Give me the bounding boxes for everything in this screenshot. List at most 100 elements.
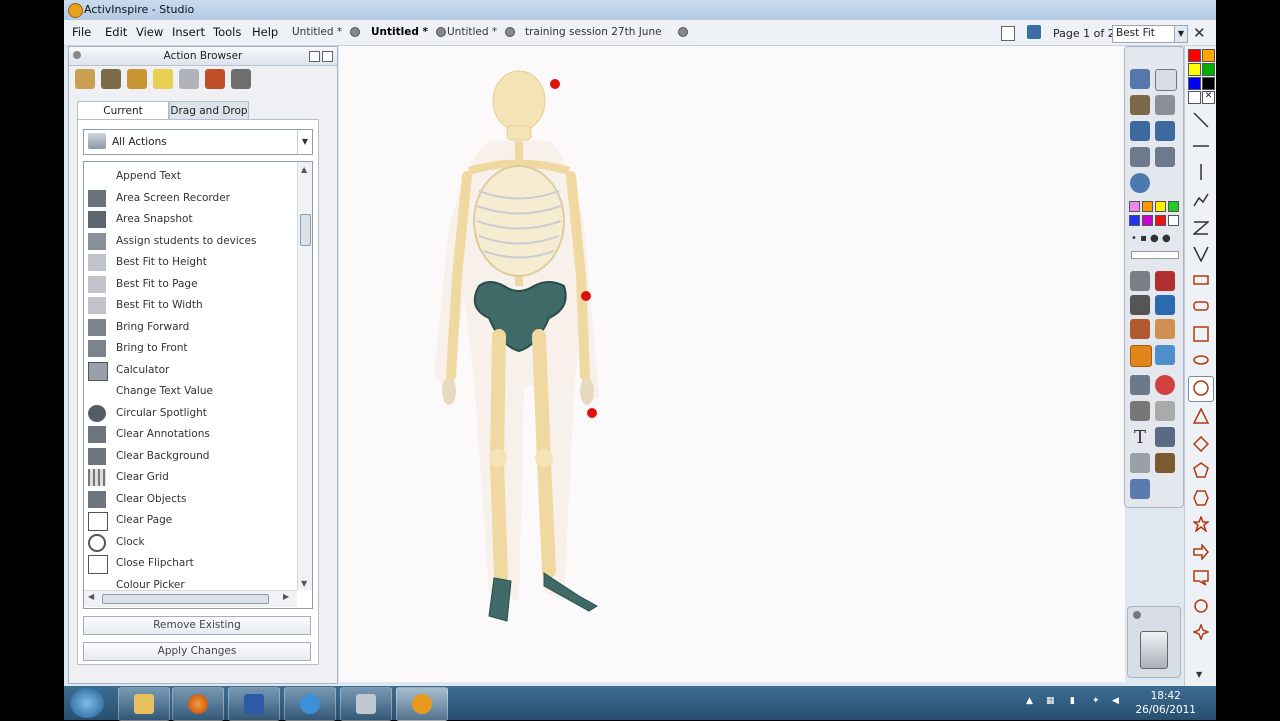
tab-training-session[interactable]: training session 27th June bbox=[525, 26, 688, 46]
color-swatch-blue[interactable] bbox=[1188, 77, 1201, 90]
menu-tools[interactable]: Tools bbox=[213, 25, 241, 39]
color-swatch[interactable] bbox=[1155, 201, 1166, 212]
pen-width-icon[interactable]: • ▪ ● ● bbox=[1131, 233, 1171, 244]
color-swatch[interactable] bbox=[1168, 201, 1179, 212]
network-icon[interactable]: ▦ bbox=[1046, 696, 1056, 706]
scroll-thumb[interactable] bbox=[102, 594, 269, 604]
color-swatch[interactable] bbox=[1168, 215, 1179, 226]
square-icon[interactable] bbox=[1193, 326, 1209, 342]
resource-library-icon[interactable] bbox=[1130, 95, 1150, 115]
next-page-icon[interactable] bbox=[1155, 147, 1175, 167]
close-tab-icon[interactable] bbox=[677, 27, 688, 37]
power-icon[interactable]: ▮ bbox=[1070, 696, 1080, 706]
notes-browser-icon[interactable] bbox=[153, 69, 173, 89]
close-tab-icon[interactable] bbox=[505, 27, 516, 37]
magic-ink-icon[interactable] bbox=[1155, 295, 1175, 315]
marker-knee[interactable] bbox=[587, 408, 597, 418]
taskbar-calculator[interactable] bbox=[340, 687, 392, 721]
sync-icon[interactable]: ✦ bbox=[1092, 696, 1102, 706]
taskbar-word[interactable] bbox=[228, 687, 280, 721]
handwriting-icon[interactable] bbox=[1155, 427, 1175, 447]
list-item[interactable]: Best Fit to Page bbox=[84, 274, 294, 295]
scroll-down-icon[interactable]: ▼ bbox=[301, 579, 307, 588]
ellipse-icon[interactable] bbox=[1193, 352, 1209, 368]
chevron-down-icon[interactable]: ▼ bbox=[297, 130, 312, 154]
chevron-down-icon[interactable]: ▼ bbox=[1174, 26, 1187, 42]
list-item[interactable]: Clear Background bbox=[84, 446, 294, 467]
circle-icon[interactable] bbox=[1193, 380, 1209, 396]
skeleton-image[interactable] bbox=[339, 46, 1125, 682]
color-swatch-green[interactable] bbox=[1202, 63, 1215, 76]
list-item[interactable]: Calculator bbox=[84, 360, 294, 381]
tab-untitled-1[interactable]: Untitled * bbox=[292, 26, 361, 46]
taskbar-activinspire[interactable] bbox=[396, 687, 448, 721]
star-icon[interactable] bbox=[1193, 516, 1209, 532]
z-line-icon[interactable] bbox=[1193, 220, 1209, 236]
four-point-star-icon[interactable] bbox=[1193, 624, 1209, 640]
list-item[interactable]: Circular Spotlight bbox=[84, 403, 294, 424]
horizontal-line-icon[interactable] bbox=[1193, 138, 1209, 154]
scroll-right-icon[interactable]: ▶ bbox=[283, 592, 289, 601]
list-item[interactable]: Area Screen Recorder bbox=[84, 188, 294, 209]
tab-drag-and-drop[interactable]: Drag and Drop bbox=[169, 101, 249, 121]
list-item[interactable]: Best Fit to Width bbox=[84, 295, 294, 316]
page-browser-icon[interactable] bbox=[75, 69, 95, 89]
menu-view[interactable]: View bbox=[136, 25, 163, 39]
pentagon-icon[interactable] bbox=[1193, 462, 1209, 478]
action-filter-select[interactable]: All Actions ▼ bbox=[83, 129, 313, 155]
list-item[interactable]: Bring to Front bbox=[84, 338, 294, 359]
text-tool-icon[interactable]: T bbox=[1130, 427, 1150, 448]
horizontal-scrollbar[interactable]: ◀ ▶ bbox=[84, 590, 297, 607]
reveal-icon[interactable] bbox=[1130, 479, 1150, 499]
panel-close-button-icon[interactable] bbox=[322, 51, 333, 62]
highlighter-icon[interactable] bbox=[1130, 295, 1150, 315]
color-swatch-yellow[interactable] bbox=[1188, 63, 1201, 76]
show-hidden-icons-icon[interactable]: ▲ bbox=[1026, 696, 1036, 706]
triangle-icon[interactable] bbox=[1193, 408, 1209, 424]
arrow-icon[interactable] bbox=[1193, 544, 1209, 560]
taskbar-ie[interactable] bbox=[284, 687, 336, 721]
zoom-select[interactable]: Best Fit ▼ bbox=[1112, 25, 1188, 43]
list-item[interactable]: Append Text bbox=[84, 166, 294, 187]
width-slider[interactable] bbox=[1131, 251, 1179, 259]
action-browser-icon[interactable] bbox=[205, 69, 225, 89]
object-browser-icon[interactable] bbox=[127, 69, 147, 89]
list-item[interactable]: Clock bbox=[84, 532, 294, 553]
list-item[interactable]: Bring Forward bbox=[84, 317, 294, 338]
list-item[interactable]: Best Fit to Height bbox=[84, 252, 294, 273]
scroll-up-icon[interactable]: ▲ bbox=[301, 165, 307, 174]
color-swatch[interactable] bbox=[1129, 201, 1140, 212]
web-browser-icon[interactable] bbox=[1130, 173, 1150, 193]
zigzag-line-icon[interactable] bbox=[1193, 192, 1209, 208]
main-menu-icon[interactable] bbox=[1130, 69, 1150, 89]
marker-head[interactable] bbox=[550, 79, 560, 89]
vertical-line-icon[interactable] bbox=[1193, 164, 1209, 180]
hexagon-icon[interactable] bbox=[1193, 490, 1209, 506]
voting-browser-icon[interactable] bbox=[231, 69, 251, 89]
panel-pin-icon[interactable] bbox=[309, 51, 320, 62]
color-swatch-white[interactable] bbox=[1188, 91, 1201, 104]
pen-icon[interactable] bbox=[1155, 271, 1175, 291]
v-line-icon[interactable] bbox=[1193, 246, 1209, 262]
diagonal-line-icon[interactable] bbox=[1193, 112, 1209, 128]
list-item[interactable]: Change Text Value bbox=[84, 381, 294, 402]
oval-icon[interactable] bbox=[1193, 598, 1209, 614]
taskbar-firefox[interactable] bbox=[172, 687, 224, 721]
close-icon[interactable] bbox=[1133, 611, 1141, 619]
vertical-scrollbar[interactable]: ▲ ▼ bbox=[297, 162, 312, 590]
volume-icon[interactable]: ◀ bbox=[1112, 696, 1122, 706]
scroll-thumb[interactable] bbox=[300, 214, 311, 246]
eraser-icon[interactable] bbox=[1130, 319, 1150, 339]
remove-existing-button[interactable]: Remove Existing bbox=[83, 616, 311, 635]
resource-browser-icon[interactable] bbox=[101, 69, 121, 89]
close-tab-icon[interactable] bbox=[350, 27, 361, 37]
list-item[interactable]: Clear Page bbox=[84, 510, 294, 531]
clear-icon[interactable] bbox=[1130, 453, 1150, 473]
refresh-icon[interactable] bbox=[1155, 375, 1175, 395]
page-sorter-icon[interactable] bbox=[1027, 25, 1041, 39]
flipchart-canvas[interactable] bbox=[339, 46, 1125, 682]
callout-icon[interactable] bbox=[1193, 570, 1209, 586]
property-browser-icon[interactable] bbox=[179, 69, 199, 89]
menu-edit[interactable]: Edit bbox=[105, 25, 127, 39]
redo-icon[interactable] bbox=[1155, 401, 1175, 421]
